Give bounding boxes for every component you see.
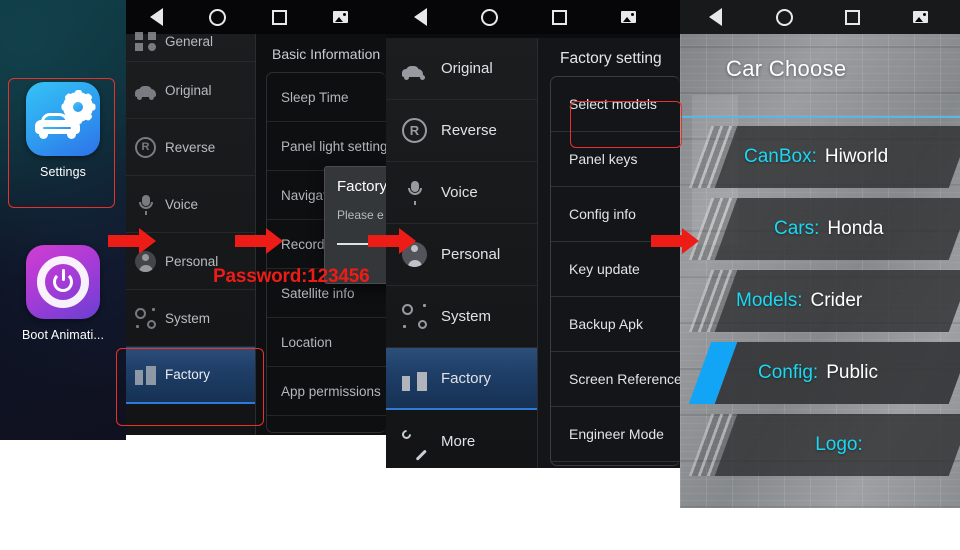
- sidebar-label: Voice: [165, 196, 199, 212]
- annotation-arrow-4: [651, 228, 699, 254]
- sidebar-label: Factory: [441, 369, 492, 387]
- sidebar-item-system[interactable]: System: [126, 290, 255, 347]
- navigation-bar: [386, 0, 680, 34]
- sidebar-item-original[interactable]: Original: [126, 62, 255, 119]
- gears-icon: [135, 307, 156, 329]
- page-title: Basic Information: [272, 46, 381, 62]
- list-item-engineer-mode[interactable]: Engineer Mode: [551, 407, 680, 462]
- sidebar-label: System: [165, 310, 211, 326]
- sidebar-label: Reverse: [165, 139, 216, 155]
- sidebar-item-voice[interactable]: Voice: [386, 162, 537, 224]
- page-title: Car Choose: [726, 56, 847, 81]
- row-key: CanBox:: [744, 146, 817, 167]
- power-ring-icon[interactable]: [26, 245, 100, 319]
- row-key: Models:: [736, 290, 803, 311]
- app-label-boot-animation: Boot Animati...: [21, 328, 105, 342]
- gears-icon: [402, 304, 427, 329]
- page-title: Factory setting: [560, 50, 662, 67]
- row-logo[interactable]: Logo:: [688, 414, 960, 476]
- sidebar-label: Reverse: [441, 122, 497, 139]
- sidebar-label: Voice: [441, 184, 478, 201]
- sidebar-item-general[interactable]: General: [126, 22, 255, 62]
- factory-icon: [135, 364, 156, 385]
- back-icon[interactable]: [680, 0, 750, 34]
- screenshot-icon[interactable]: [310, 0, 370, 34]
- annotation-password-note: Password:123456: [213, 266, 370, 287]
- list-item[interactable]: Sleep Time: [267, 73, 386, 122]
- row-models[interactable]: Models: Crider: [688, 270, 960, 332]
- annotation-arrow-1: [108, 228, 156, 254]
- sidebar-label: System: [441, 308, 492, 325]
- recents-icon[interactable]: [248, 0, 310, 34]
- sidebar-label: Factory: [165, 367, 211, 382]
- row-value: Crider: [810, 290, 863, 311]
- list-item-backup-apk[interactable]: Backup Apk: [551, 297, 680, 352]
- back-icon[interactable]: [386, 0, 454, 34]
- annotation-arrow-2: [235, 228, 283, 254]
- navigation-bar: [680, 0, 960, 34]
- dialog-title: Factory: [337, 178, 386, 195]
- car-choose-panel: Car Choose CanBox: Hiworld Cars: Honda M…: [680, 0, 960, 508]
- sidebar-label: Original: [441, 60, 493, 77]
- sidebar-item-system[interactable]: System: [386, 286, 537, 348]
- sidebar-label: Personal: [165, 253, 219, 269]
- list-item[interactable]: Panel light setting: [267, 122, 386, 171]
- row-canbox[interactable]: CanBox: Hiworld: [688, 126, 960, 188]
- sidebar-label: More: [441, 432, 476, 450]
- car-settings-icon[interactable]: [26, 82, 100, 156]
- list-item[interactable]: Location: [267, 318, 386, 367]
- list-item-screen-reference[interactable]: Screen Reference: [551, 352, 680, 407]
- microphone-icon: [135, 194, 156, 215]
- reverse-icon: R: [402, 118, 427, 143]
- row-config[interactable]: Config: Public: [688, 342, 960, 404]
- list-item-panel-keys[interactable]: Panel keys: [551, 132, 680, 187]
- row-key: Config:: [758, 362, 819, 383]
- list-item-select-models[interactable]: Select models: [551, 77, 680, 132]
- row-value: Hiworld: [824, 146, 889, 167]
- list-item[interactable]: App permissions: [267, 367, 386, 416]
- wrench-icon: [400, 427, 428, 462]
- screenshot-stage: Settings Boot Animati... General Origina…: [0, 0, 960, 550]
- header-divider: [680, 116, 960, 118]
- car-choose-rows: CanBox: Hiworld Cars: Honda Models: Crid…: [680, 120, 960, 508]
- factory-list: Select models Panel keys Config info Key…: [550, 76, 680, 466]
- dialog-subtitle: Please e: [337, 208, 384, 222]
- sidebar-item-factory[interactable]: Factory: [386, 348, 537, 410]
- app-label-settings: Settings: [40, 165, 86, 179]
- screenshot-icon[interactable]: [886, 0, 954, 34]
- factory-panel: Original R Reverse Voice Personal System…: [386, 0, 680, 468]
- annotation-arrow-3: [368, 228, 416, 254]
- app-tile-settings[interactable]: Settings: [0, 82, 126, 179]
- car-icon: [135, 80, 156, 101]
- recents-icon[interactable]: [524, 0, 594, 34]
- sidebar-item-reverse[interactable]: R Reverse: [126, 119, 255, 176]
- general-icon: [135, 31, 156, 52]
- screenshot-icon[interactable]: [594, 0, 662, 34]
- sidebar-item-factory[interactable]: Factory: [126, 347, 255, 404]
- sidebar-item-voice[interactable]: Voice: [126, 176, 255, 233]
- sidebar-item-more[interactable]: More: [386, 410, 537, 468]
- row-value: Public: [826, 362, 878, 383]
- microphone-icon: [402, 180, 427, 205]
- sidebar-label: Original: [165, 82, 212, 98]
- car-choose-header: Car Choose: [680, 34, 960, 118]
- recents-icon[interactable]: [818, 0, 886, 34]
- sidebar-label: Personal: [441, 246, 501, 263]
- factory-icon: [402, 366, 427, 391]
- reverse-icon: R: [135, 136, 156, 158]
- row-key: Logo:: [815, 434, 863, 455]
- settings-panel: General Original R Reverse Voice Persona…: [126, 0, 386, 435]
- home-icon[interactable]: [454, 0, 524, 34]
- sidebar-label: General: [165, 34, 214, 49]
- car-icon: [402, 56, 427, 81]
- row-key: Cars:: [774, 218, 820, 239]
- row-value: Honda: [827, 218, 884, 239]
- sidebar-item-reverse[interactable]: R Reverse: [386, 100, 537, 162]
- launcher-panel: Settings Boot Animati...: [0, 0, 126, 440]
- sidebar-item-original[interactable]: Original: [386, 38, 537, 100]
- gear-glyph: [61, 90, 95, 124]
- row-cars[interactable]: Cars: Honda: [688, 198, 960, 260]
- home-icon[interactable]: [750, 0, 818, 34]
- app-tile-boot-animation[interactable]: Boot Animati...: [0, 245, 126, 342]
